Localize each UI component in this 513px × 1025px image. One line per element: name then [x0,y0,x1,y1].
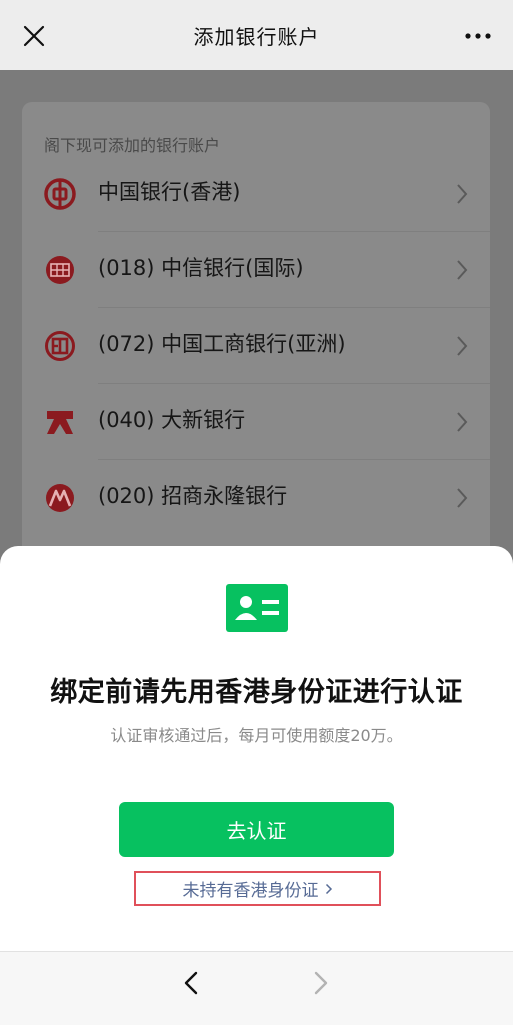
chevron-right-icon [457,336,468,356]
back-arrow-icon[interactable] [180,970,202,996]
bank-list-card: 阁下现可添加的银行账户 中国银行(香港) (018) 中信银行(国际) (072… [22,102,490,622]
dahsing-logo-icon [47,411,73,434]
bank-row-boc[interactable]: 中国银行(香港) [22,156,490,232]
more-options-icon[interactable] [463,26,493,46]
top-nav-bar: 添加银行账户 [0,0,513,70]
boc-logo-icon [44,178,76,210]
close-icon[interactable] [20,22,48,50]
bank-row-cmbwinglung[interactable]: (020) 招商永隆银行 [22,460,490,536]
section-label: 阁下现可添加的银行账户 [44,136,221,155]
chevron-right-icon [457,184,468,204]
no-hkid-link-label: 未持有香港身份证 [182,881,319,901]
bottom-toolbar [0,951,513,1025]
verification-bottom-sheet: 绑定前请先用香港身份证进行认证 认证审核通过后，每月可使用额度20万。 去认证 … [0,546,513,951]
bank-row-dahsing[interactable]: (040) 大新银行 [22,384,490,460]
sheet-heading: 绑定前请先用香港身份证进行认证 [50,677,463,708]
bank-name: (018) 中信银行(国际) [98,256,304,280]
bank-name: (040) 大新银行 [98,408,246,432]
id-card-icon [226,584,288,632]
icbc-logo-icon [45,331,75,361]
no-hkid-link[interactable]: 未持有香港身份证 [134,871,381,906]
bank-name: (072) 中国工商银行(亚洲) [98,332,346,356]
chevron-right-icon [457,260,468,280]
chevron-right-icon [457,412,468,432]
chevron-right-icon [325,883,332,894]
verify-button[interactable]: 去认证 [119,802,394,857]
chevron-right-icon [457,488,468,508]
forward-arrow-icon[interactable] [310,970,332,996]
cmbwinglung-logo-icon [46,484,74,512]
bank-row-citic[interactable]: (018) 中信银行(国际) [22,232,490,308]
bank-name: 中国银行(香港) [98,180,241,204]
bank-row-icbc[interactable]: (072) 中国工商银行(亚洲) [22,308,490,384]
page-title: 添加银行账户 [193,24,320,49]
citic-logo-icon [46,256,74,284]
bank-name: (020) 招商永隆银行 [98,484,288,508]
sheet-subtext: 认证审核通过后，每月可使用额度20万。 [110,726,403,745]
